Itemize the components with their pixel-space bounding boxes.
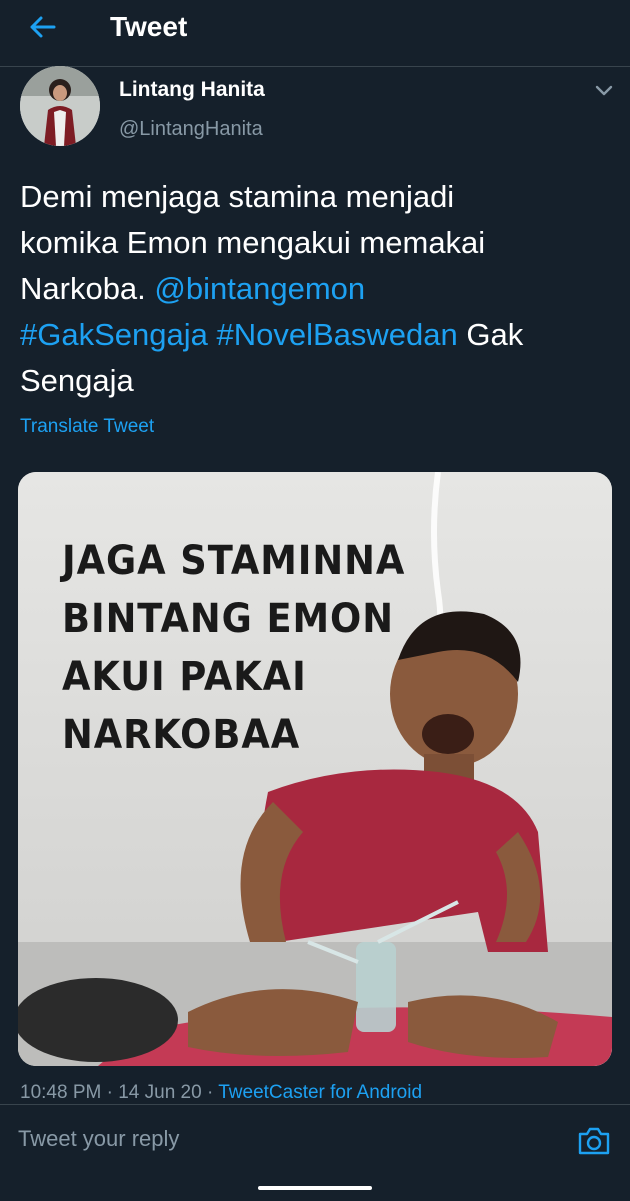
tweet-line: komika Emon mengakui memakai <box>20 225 486 260</box>
mention-link[interactable]: @bintangemon <box>154 271 365 306</box>
hashtag-link[interactable]: #GakSengaja <box>20 317 208 352</box>
profile-photo <box>20 66 100 146</box>
author-handle[interactable]: @LintangHanita <box>119 116 263 142</box>
tweet-meta: 10:48 PM · 14 Jun 20 · TweetCaster for A… <box>20 1082 620 1104</box>
tweet-media[interactable]: JAGA STAMINNA BINTANG EMON AKUI PAKAI NA… <box>18 472 612 1066</box>
top-bar: Tweet <box>0 0 630 54</box>
home-indicator[interactable] <box>258 1186 372 1190</box>
tweet-text: Demi menjaga stamina menjadi komika Emon… <box>20 174 612 404</box>
meme-caption-line: AKUI PAKAI <box>62 654 307 700</box>
more-options-button[interactable] <box>592 80 616 100</box>
tweet-line: Demi menjaga stamina menjadi <box>20 179 455 214</box>
tweet-text-segment: Narkoba. <box>20 271 155 306</box>
tweet-line: Narkoba. @bintangemon <box>20 266 612 312</box>
meme-caption: JAGA STAMINNA BINTANG EMON AKUI PAKAI NA… <box>62 532 405 764</box>
reply-input[interactable] <box>18 1123 538 1155</box>
back-button[interactable] <box>22 10 62 44</box>
meme-caption-line: NARKOBAA <box>62 712 301 758</box>
arrow-left-icon <box>30 16 56 38</box>
tweet-line: #GakSengaja #NovelBaswedan Gak <box>20 312 612 358</box>
tweet-line: Sengaja <box>20 363 134 398</box>
tweet-timestamp: 10:48 PM · 14 Jun 20 · <box>20 1082 219 1103</box>
tweet-text-segment: Gak <box>457 317 524 352</box>
chevron-down-icon <box>595 85 613 96</box>
camera-button[interactable] <box>576 1123 612 1159</box>
page-title: Tweet <box>110 11 188 42</box>
translate-tweet-link[interactable]: Translate Tweet <box>20 414 154 440</box>
avatar[interactable] <box>20 66 100 146</box>
meme-caption-line: JAGA STAMINNA <box>62 538 406 584</box>
header-divider <box>0 66 630 67</box>
camera-icon <box>578 1127 610 1155</box>
hashtag-link[interactable]: #NovelBaswedan <box>217 317 458 352</box>
meme-caption-line: BINTANG EMON <box>62 596 394 642</box>
source-app-link[interactable]: TweetCaster for Android <box>218 1082 422 1103</box>
author-name[interactable]: Lintang Hanita <box>119 77 265 103</box>
